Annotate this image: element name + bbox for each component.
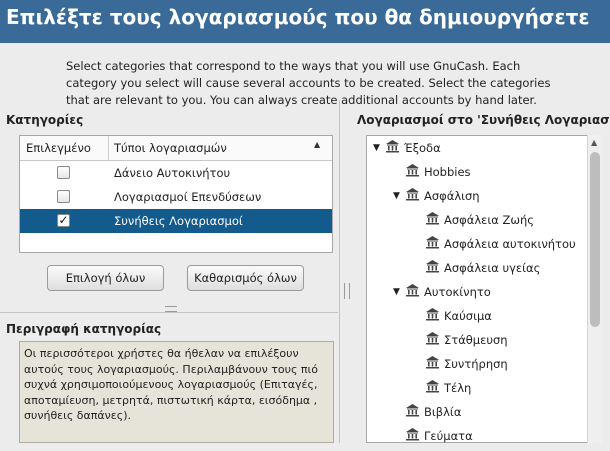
intro-line: category you select will cause several a…: [66, 76, 551, 90]
tree-item[interactable]: Καύσιμα: [413, 307, 492, 331]
tree-item[interactable]: ▼ Αυτοκίνητο: [393, 283, 491, 307]
tree-item[interactable]: Hobbies: [393, 163, 471, 187]
bank-icon: [405, 283, 420, 300]
tree-item-label: Hobbies: [424, 164, 471, 179]
wizard-header: Επιλέξτε τους λογαριασμούς που θα δημιου…: [0, 0, 610, 43]
tree-item-label: Βιβλία: [424, 404, 462, 419]
tree-item[interactable]: Γεύματα: [393, 427, 473, 451]
tree-item[interactable]: Ασφάλεια αυτοκινήτου: [413, 235, 576, 259]
tree-item[interactable]: Ασφάλεια υγείας: [413, 259, 540, 283]
page-title: Επιλέξτε τους λογαριασμούς που θα δημιου…: [6, 5, 590, 29]
description-line: συχνά χρησιμοποιούμενους λογαριασμούς (Ε…: [24, 378, 318, 391]
column-header-selected[interactable]: Επιλεγμένο: [26, 141, 91, 155]
bank-icon: [405, 403, 420, 420]
bank-icon: [405, 427, 420, 444]
bank-icon: [425, 355, 440, 372]
intro-text: Select categories that correspond to the…: [66, 58, 566, 109]
bank-icon: [425, 331, 440, 348]
category-name: Συνήθεις Λογαριασμοί: [114, 214, 243, 228]
table-row-selected[interactable]: ✓ Συνήθεις Λογαριασμοί: [20, 209, 332, 233]
sort-ascending-icon: ▲: [314, 140, 321, 149]
tree-item-label: Ασφάλεια υγείας: [444, 260, 541, 275]
scrollbar-thumb[interactable]: [590, 152, 600, 327]
tree-item-label: Συντήρηση: [444, 356, 508, 371]
column-header-type[interactable]: Τύποι λογαριασμών: [114, 141, 227, 155]
description-line: αποταμίευση, μετρητά, πιστωτική κάρτα, ε…: [24, 393, 318, 407]
tree-item[interactable]: Στάθμευση: [413, 331, 508, 355]
tree-item-label: Ασφάλιση: [424, 188, 480, 203]
table-header: Επιλεγμένο Τύποι λογαριασμών ▲: [20, 136, 332, 161]
tree-item-label: Αυτοκίνητο: [424, 284, 491, 299]
tree-item-label: Γεύματα: [424, 428, 473, 443]
tree-item-label: Στάθμευση: [444, 332, 508, 347]
bank-icon: [425, 307, 440, 324]
table-row[interactable]: Δάνειο Αυτοκινήτου: [20, 161, 332, 185]
description-line: Οι περισσότεροι χρήστες θα ήθελαν να επι…: [24, 347, 299, 360]
category-checkbox-checked[interactable]: ✓: [57, 214, 70, 227]
bank-icon: [425, 211, 440, 228]
tree-item-label: Ασφάλεια Ζωής: [444, 212, 535, 227]
triangle-down-icon[interactable]: ▼: [393, 191, 405, 201]
bank-icon: [425, 379, 440, 396]
tree-item[interactable]: Συντήρηση: [413, 355, 508, 379]
description-line: αυτούς τους λογαριασμούς. Περιλαμβάνουν …: [24, 362, 319, 376]
category-name: Λογαριασμοί Επενδύσεων: [114, 190, 262, 204]
accounts-tree[interactable]: ▼ Έξοδα Hobbies ▼ Ασφάλιση Ασφάλεια Ζωής Ασφάλ…: [366, 135, 602, 443]
categories-label: Κατηγορίες: [6, 113, 84, 127]
tree-item[interactable]: ▼ Ασφάλιση: [393, 187, 480, 211]
select-all-button[interactable]: Επιλογή όλων: [47, 265, 164, 291]
bank-icon: [405, 187, 420, 204]
tree-item[interactable]: Ασφάλεια Ζωής: [413, 211, 534, 235]
tree-item-label: Ασφάλεια αυτοκινήτου: [444, 236, 576, 251]
table-row[interactable]: Λογαριασμοί Επενδύσεων: [20, 185, 332, 209]
description-box: Οι περισσότεροι χρήστες θα ήθελαν να επι…: [19, 341, 334, 443]
bank-icon: [425, 235, 440, 252]
intro-line: Select categories that correspond to the…: [66, 59, 521, 73]
tree-item-label: Τέλη: [444, 380, 472, 395]
bank-icon: [385, 139, 400, 156]
column-divider: [108, 136, 109, 160]
bank-icon: [425, 259, 440, 276]
vertical-divider: [339, 100, 340, 443]
triangle-down-icon[interactable]: ▼: [393, 287, 405, 297]
description-label: Περιγραφή κατηγορίας: [6, 322, 162, 336]
scroll-up-icon[interactable]: ▲: [591, 138, 597, 147]
vertical-resize-handle[interactable]: [344, 283, 350, 299]
description-line: συνήθεις δαπάνες).: [24, 409, 131, 422]
intro-line: that are relevant to you. You can always…: [66, 93, 537, 107]
category-checkbox[interactable]: [57, 166, 70, 179]
tree-item[interactable]: Τέλη: [413, 379, 471, 403]
tree-scrollbar[interactable]: ▲: [587, 135, 602, 443]
tree-item-label: Καύσιμα: [444, 308, 492, 323]
pane-divider: [0, 312, 338, 313]
tree-item[interactable]: Βιβλία: [393, 403, 461, 427]
category-name: Δάνειο Αυτοκινήτου: [114, 166, 231, 180]
category-checkbox[interactable]: [57, 190, 70, 203]
triangle-down-icon[interactable]: ▼: [373, 143, 385, 153]
categories-table[interactable]: Επιλεγμένο Τύποι λογαριασμών ▲ Δάνειο Αυ…: [19, 135, 333, 253]
clear-all-button[interactable]: Καθαρισμός όλων: [187, 265, 304, 291]
tree-item[interactable]: ▼ Έξοδα: [373, 139, 441, 163]
tree-item-label: Έξοδα: [404, 140, 441, 155]
accounts-tree-label: Λογαριασμοί στο 'Συνήθεις Λογαριασμοί': [357, 113, 610, 127]
bank-icon: [405, 163, 420, 180]
